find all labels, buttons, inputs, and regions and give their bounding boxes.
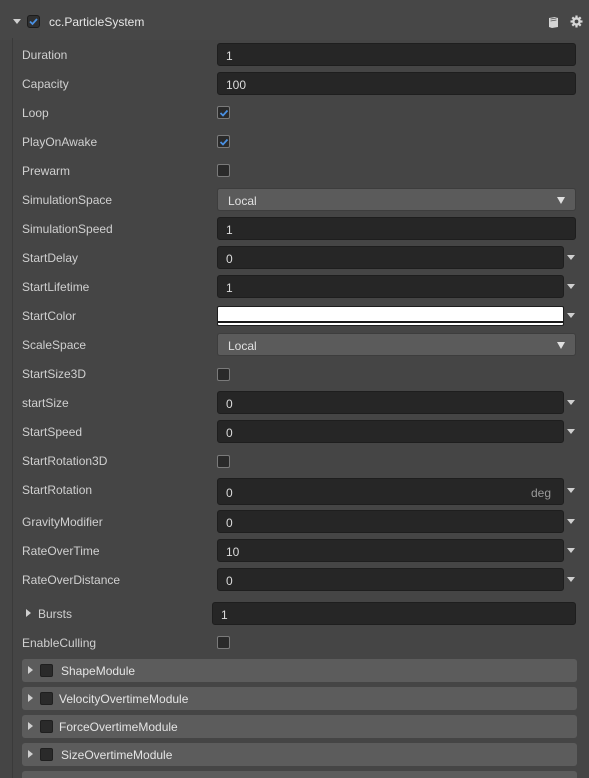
simulation-speed-label: SimulationSpeed xyxy=(22,222,113,236)
unit-label: deg xyxy=(530,486,551,500)
curve-mode-caret-icon[interactable] xyxy=(567,519,575,524)
scale-space-label: ScaleSpace xyxy=(22,338,87,352)
loop-checkbox[interactable] xyxy=(217,106,230,119)
velocity-overtime-module-header[interactable]: VelocityOvertimeModule xyxy=(22,687,577,710)
curve-mode-caret-icon[interactable] xyxy=(567,429,575,434)
module-enabled-checkbox[interactable] xyxy=(40,720,53,733)
gravity-modifier-label: GravityModifier xyxy=(22,515,103,529)
expand-arrow-icon[interactable] xyxy=(28,722,33,730)
curve-mode-caret-icon[interactable] xyxy=(567,488,575,493)
component-title: cc.ParticleSystem xyxy=(49,15,145,29)
start-color-swatch[interactable] xyxy=(217,306,564,326)
component-header: cc.ParticleSystem xyxy=(0,0,589,40)
module-enabled-checkbox[interactable] xyxy=(40,692,53,705)
bursts-label: Bursts xyxy=(38,607,73,621)
expand-arrow-icon[interactable] xyxy=(28,750,33,758)
play-on-awake-checkbox[interactable] xyxy=(217,135,230,148)
scale-space-value: Local xyxy=(228,339,257,353)
duration-label: Duration xyxy=(22,48,68,62)
rate-over-time-label: RateOverTime xyxy=(22,544,100,558)
check-icon xyxy=(29,18,38,26)
enable-culling-label: EnableCulling xyxy=(22,636,97,650)
component-enabled-checkbox[interactable] xyxy=(27,15,40,28)
simulation-space-label: SimulationSpace xyxy=(22,193,113,207)
start-lifetime-label: StartLifetime xyxy=(22,280,90,294)
start-rotation-3d-label: StartRotation3D xyxy=(22,454,108,468)
rate-over-distance-label: RateOverDistance xyxy=(22,573,121,587)
collapse-arrow-icon[interactable] xyxy=(13,19,21,24)
start-size-field[interactable]: 0 xyxy=(217,391,564,414)
rate-over-time-field[interactable]: 10 xyxy=(217,539,564,562)
prewarm-label: Prewarm xyxy=(22,164,71,178)
start-color-label: StartColor xyxy=(22,309,77,323)
scale-space-select[interactable]: Local xyxy=(217,333,576,356)
start-delay-label: StartDelay xyxy=(22,251,79,265)
gravity-modifier-field[interactable]: 0 xyxy=(217,510,564,533)
module-label: ShapeModule xyxy=(61,664,136,678)
module-label: SizeOvertimeModule xyxy=(61,748,173,762)
module-label: VelocityOvertimeModule xyxy=(59,692,189,706)
curve-mode-caret-icon[interactable] xyxy=(567,255,575,260)
dropdown-caret-icon xyxy=(557,197,565,204)
start-rotation-label: StartRotation xyxy=(22,483,93,497)
module-enabled-checkbox[interactable] xyxy=(40,664,53,677)
module-label: ForceOvertimeModule xyxy=(59,720,178,734)
check-icon xyxy=(219,138,229,146)
simulation-space-value: Local xyxy=(228,194,257,208)
play-on-awake-label: PlayOnAwake xyxy=(22,135,98,149)
bursts-expand-icon[interactable] xyxy=(26,609,31,617)
curve-mode-caret-icon[interactable] xyxy=(567,548,575,553)
start-speed-label: StartSpeed xyxy=(22,425,83,439)
start-rotation-3d-checkbox[interactable] xyxy=(217,455,230,468)
curve-mode-caret-icon[interactable] xyxy=(567,400,575,405)
capacity-label: Capacity xyxy=(22,77,69,91)
start-size-3d-checkbox[interactable] xyxy=(217,368,230,381)
rate-over-distance-field[interactable]: 0 xyxy=(217,568,564,591)
enable-culling-checkbox[interactable] xyxy=(217,636,230,649)
size-overtime-module-header[interactable]: SizeOvertimeModule xyxy=(22,743,577,766)
curve-mode-caret-icon[interactable] xyxy=(567,577,575,582)
start-size-3d-label: StartSize3D xyxy=(22,367,87,381)
simulation-space-select[interactable]: Local xyxy=(217,188,576,211)
alpha-bar xyxy=(218,321,563,323)
dropdown-caret-icon xyxy=(557,342,565,349)
expand-arrow-icon[interactable] xyxy=(28,694,33,702)
next-module-header[interactable] xyxy=(22,771,577,778)
start-delay-field[interactable]: 0 xyxy=(217,246,564,269)
shape-module-header[interactable]: ShapeModule xyxy=(22,659,577,682)
module-enabled-checkbox[interactable] xyxy=(40,748,53,761)
start-rotation-value: 0 xyxy=(226,486,233,500)
curve-mode-caret-icon[interactable] xyxy=(567,284,575,289)
bursts-count-field[interactable]: 1 xyxy=(212,602,576,625)
gear-icon[interactable] xyxy=(570,15,583,28)
color-mode-caret-icon[interactable] xyxy=(567,313,575,318)
start-size-label: startSize xyxy=(22,396,69,410)
start-speed-field[interactable]: 0 xyxy=(217,420,564,443)
start-lifetime-field[interactable]: 1 xyxy=(217,275,564,298)
prewarm-checkbox[interactable] xyxy=(217,164,230,177)
loop-label: Loop xyxy=(22,106,49,120)
expand-arrow-icon[interactable] xyxy=(28,666,33,674)
force-overtime-module-header[interactable]: ForceOvertimeModule xyxy=(22,715,577,738)
simulation-speed-field[interactable]: 1 xyxy=(217,217,576,240)
capacity-field[interactable]: 100 xyxy=(217,72,576,95)
check-icon xyxy=(219,109,229,117)
book-icon[interactable] xyxy=(548,16,559,28)
start-rotation-field[interactable]: 0 deg xyxy=(217,478,564,505)
duration-field[interactable]: 1 xyxy=(217,43,576,66)
